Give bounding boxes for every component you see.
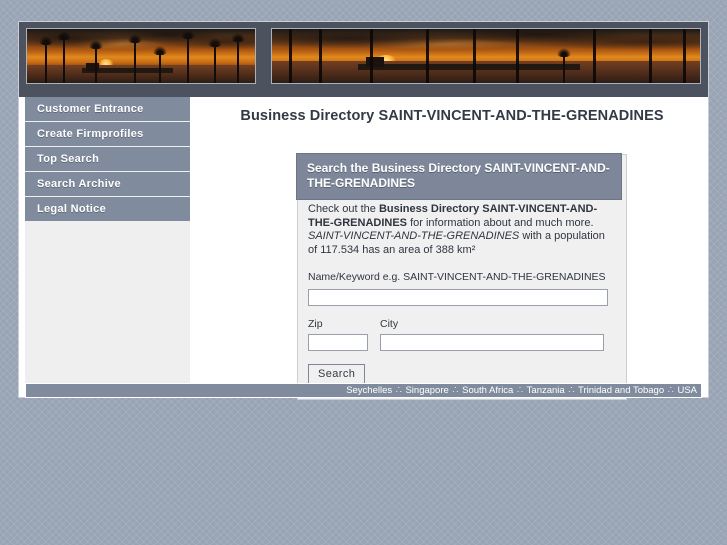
foreground-post [473,29,477,83]
sidebar-item-label: Search Archive [37,178,121,190]
header-banner [19,22,708,92]
banner-image-left [26,28,256,84]
sidebar-item-search-archive[interactable]: Search Archive [25,172,190,196]
city-field-group: City [380,318,604,351]
search-keyword-input[interactable] [308,288,608,306]
content-area: Customer Entrance Create Firmprofiles To… [19,97,708,400]
search-panel: Search the Business Directory SAINT-VINC… [296,153,627,400]
sidebar-item-customer-entrance[interactable]: Customer Entrance [25,97,190,121]
zip-field-group: Zip [308,318,368,351]
sidebar-item-label: Top Search [37,153,100,165]
zip-city-row: Zip City [308,318,616,351]
footer-separator: ∴ [665,385,677,396]
pier-house-shape [366,56,385,67]
footer-separator: ∴ [565,385,578,396]
palm-tree-icon [89,40,104,83]
footer-link[interactable]: Tanzania [527,385,565,396]
intro-lead: Check out the [308,203,379,215]
footer-separator: ∴ [449,385,462,396]
palm-tree-icon [180,30,195,83]
footer-link[interactable]: USA [677,385,697,396]
intro-after-bold: for information about and much more. [407,216,594,229]
palm-tree-icon [39,35,54,83]
zip-label: Zip [308,317,323,330]
search-panel-header: Search the Business Directory SAINT-VINC… [296,153,622,200]
sidebar-item-label: Create Firmprofiles [37,128,144,140]
page-title: Business Directory SAINT-VINCENT-AND-THE… [240,108,664,124]
palm-tree-icon [207,37,222,83]
foreground-post [648,29,652,83]
foreground-post [426,29,430,83]
page-container: Customer Entrance Create Firmprofiles To… [18,21,709,400]
palm-tree-icon [57,31,72,83]
footer-bar: Seychelles ∴ Singapore ∴ South Africa ∴ … [25,383,702,398]
intro-italic: SAINT-VINCENT-AND-THE-GRENADINES [308,230,520,242]
footer-link[interactable]: Singapore [405,385,448,396]
city-label: City [380,317,399,330]
footer-link[interactable]: Seychelles [346,385,392,396]
main-column: Business Directory SAINT-VINCENT-AND-THE… [196,97,708,400]
search-city-input[interactable] [380,333,604,351]
foreground-post [593,29,596,83]
footer-separator: ∴ [514,385,526,396]
sidebar-navigation: Customer Entrance Create Firmprofiles To… [25,97,190,383]
intro-text: Check out the Business Directory SAINT-V… [308,203,616,257]
palm-tree-icon [230,32,245,83]
foreground-post [370,29,374,83]
keyword-label: Name/Keyword e.g. SAINT-VINCENT-AND-THE-… [308,271,606,283]
sidebar-item-create-firmprofiles[interactable]: Create Firmprofiles [25,122,190,146]
footer-country-links: Seychelles ∴ Singapore ∴ South Africa ∴ … [26,384,697,397]
footer-link[interactable]: South Africa [462,385,513,396]
palm-tree-icon [557,47,572,83]
search-zip-input[interactable] [308,333,368,351]
sidebar-item-legal-notice[interactable]: Legal Notice [25,197,190,221]
cloud-layer [272,29,700,61]
sidebar-item-label: Legal Notice [37,203,107,215]
foreground-post [289,29,293,83]
sidebar-item-label: Customer Entrance [37,103,144,115]
pier-shape [357,64,581,71]
banner-image-right [271,28,701,84]
search-button[interactable]: Search [308,363,366,385]
foreground-post [515,29,519,83]
palm-tree-icon [153,45,168,83]
foreground-post [319,29,323,83]
footer-separator: ∴ [393,385,405,396]
palm-tree-icon [128,33,143,83]
foreground-post [682,29,686,83]
sidebar-item-top-search[interactable]: Top Search [25,147,190,171]
footer-link[interactable]: Trinidad and Tobago [578,385,664,396]
